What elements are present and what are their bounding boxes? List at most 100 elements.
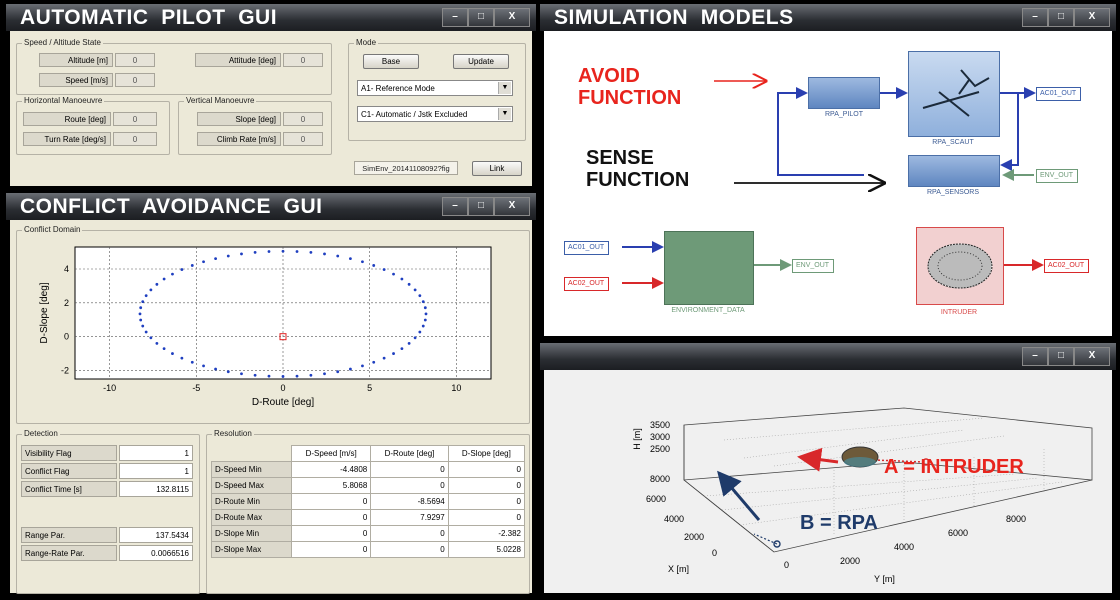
maximize-icon[interactable]: □	[1048, 347, 1074, 366]
cell-value[interactable]: 0	[290, 509, 372, 526]
domain-point	[372, 360, 376, 364]
aircraft-icon	[922, 69, 990, 117]
sense-function-label: SENSE FUNCTION	[586, 147, 690, 191]
turn-rate-field[interactable]: 0	[113, 132, 157, 146]
control-mode-select[interactable]: C1- Automatic / Jstk Excluded ▼	[357, 106, 513, 122]
cell-value[interactable]: 0	[447, 477, 526, 494]
altitude-field[interactable]: 0	[115, 53, 155, 67]
turn-rate-label: Turn Rate [deg/s]	[23, 132, 111, 146]
domain-point	[423, 318, 427, 322]
simulink-diagram: AVOID FUNCTION SENSE FUNCTION RPA_PILOT …	[544, 31, 1112, 336]
cell-value[interactable]: 0	[290, 525, 372, 542]
detection-value[interactable]: 1	[119, 445, 193, 461]
slope-label: Slope [deg]	[197, 112, 281, 126]
cell-value[interactable]: 0	[290, 541, 372, 558]
domain-point	[421, 324, 425, 328]
z-tick-label: 2500	[650, 444, 671, 454]
link-button[interactable]: Link	[472, 161, 522, 176]
table-row: D-Speed Max 5.8068 0 0	[211, 477, 526, 494]
cell-value[interactable]: 5.0228	[447, 541, 526, 558]
minimize-icon[interactable]: –	[442, 8, 468, 27]
conflict-content: Conflict Domain -10 -5 0 5 10 -2 0 2 4 D-Route [d…	[10, 220, 532, 594]
simenv-file-field[interactable]: SimEnv_20141108092?fig	[354, 161, 458, 175]
cell-value[interactable]: 0	[370, 477, 449, 494]
cell-value[interactable]: 0	[370, 525, 449, 542]
control-mode-value: C1- Automatic / Jstk Excluded	[361, 110, 468, 119]
domain-point	[413, 288, 417, 292]
route-field[interactable]: 0	[113, 112, 157, 126]
climb-rate-field[interactable]: 0	[283, 132, 323, 146]
domain-point	[240, 252, 243, 256]
intruder-block[interactable]	[916, 227, 1004, 305]
cell-value[interactable]: 0	[447, 461, 526, 478]
detection-value[interactable]: 0.0066516	[119, 545, 193, 561]
altitude-label: Altitude [m]	[39, 53, 113, 67]
cell-value[interactable]: -8.5694	[370, 493, 449, 510]
cell-value[interactable]: 0	[447, 509, 526, 526]
row-key: D-Slope Max	[211, 541, 292, 558]
close-icon[interactable]: X	[494, 197, 530, 216]
chevron-down-icon: ▼	[498, 82, 511, 94]
rpa-scaut-block[interactable]	[908, 51, 1000, 137]
vertical-manoeuvre-label: Vertical Manoeuvre	[184, 96, 257, 105]
slope-field[interactable]: 0	[283, 112, 323, 126]
detection-key: Range Par.	[21, 527, 117, 543]
cell-value[interactable]: 0	[370, 541, 449, 558]
minimize-icon[interactable]: –	[442, 197, 468, 216]
maximize-icon[interactable]: □	[468, 8, 494, 27]
minimize-icon[interactable]: –	[1022, 8, 1048, 27]
domain-point	[323, 252, 326, 256]
rpa-pilot-block[interactable]	[808, 77, 880, 109]
env-out-input-port[interactable]: ENV_OUT	[1036, 169, 1079, 183]
detection-key: Visibility Flag	[21, 445, 117, 461]
cell-value[interactable]: -2.382	[447, 525, 526, 542]
attitude-field[interactable]: 0	[283, 53, 323, 67]
climb-rate-label: Climb Rate [m/s]	[197, 132, 281, 146]
update-button[interactable]: Update	[453, 54, 509, 69]
cell-value[interactable]: -4.4808	[290, 461, 372, 478]
cell-value[interactable]: 5.8068	[290, 477, 372, 494]
rpa-pilot-label: RPA_PILOT	[825, 111, 863, 118]
close-icon[interactable]: X	[1074, 347, 1110, 366]
detection-value[interactable]: 132.8115	[119, 481, 193, 497]
table-header-row: D-Speed [m/s] D-Route [deg] D-Slope [deg]	[212, 445, 526, 462]
environment-data-block[interactable]	[664, 231, 754, 305]
reference-mode-select[interactable]: A1- Reference Mode ▼	[357, 80, 513, 96]
domain-point	[240, 372, 243, 376]
detection-value[interactable]: 1	[119, 463, 193, 479]
domain-point	[144, 294, 148, 298]
table-row: D-Speed Min -4.4808 0 0	[211, 461, 526, 478]
detection-key: Conflict Time [s]	[21, 481, 117, 497]
domain-point	[171, 272, 174, 276]
ac02-input-port[interactable]: AC02_OUT	[564, 277, 610, 291]
cell-value[interactable]: 0	[447, 493, 526, 510]
maximize-icon[interactable]: □	[468, 197, 494, 216]
detection-value[interactable]: 137.5434	[119, 527, 193, 543]
base-button[interactable]: Base	[363, 54, 419, 69]
cell-value[interactable]: 0	[370, 461, 449, 478]
row-key: D-Route Max	[211, 509, 292, 526]
table-row: D-Route Max 0 7.9297 0	[211, 509, 526, 526]
domain-point	[407, 341, 411, 345]
ac01-input-port[interactable]: AC01_OUT	[564, 241, 610, 255]
cell-value[interactable]: 0	[290, 493, 372, 510]
rpa-sensors-block[interactable]	[908, 155, 1000, 187]
close-icon[interactable]: X	[494, 8, 530, 27]
maximize-icon[interactable]: □	[1048, 8, 1074, 27]
cell-value[interactable]: 7.9297	[370, 509, 449, 526]
y-tick-label: 8000	[1006, 514, 1027, 524]
ac01-out-port[interactable]: AC01_OUT	[1036, 87, 1082, 101]
close-icon[interactable]: X	[1074, 8, 1110, 27]
table-row: D-Route Min 0 -8.5694 0	[211, 493, 526, 510]
ac02-out-port[interactable]: AC02_OUT	[1044, 259, 1090, 273]
domain-point	[253, 373, 257, 377]
chevron-down-icon: ▼	[498, 108, 511, 120]
automatic-pilot-window: AUTOMATIC PILOT GUI – □ X Speed / Altitu…	[6, 4, 536, 190]
vertical-manoeuvre-group: Vertical Manoeuvre Slope [deg] 0 Climb R…	[178, 96, 332, 155]
domain-point	[202, 364, 205, 368]
env-out-port[interactable]: ENV_OUT	[792, 259, 835, 273]
minimize-icon[interactable]: –	[1022, 347, 1048, 366]
simulation-window-controls: – □ X	[1022, 8, 1110, 27]
route-label: Route [deg]	[23, 112, 111, 126]
speed-field[interactable]: 0	[115, 73, 155, 87]
